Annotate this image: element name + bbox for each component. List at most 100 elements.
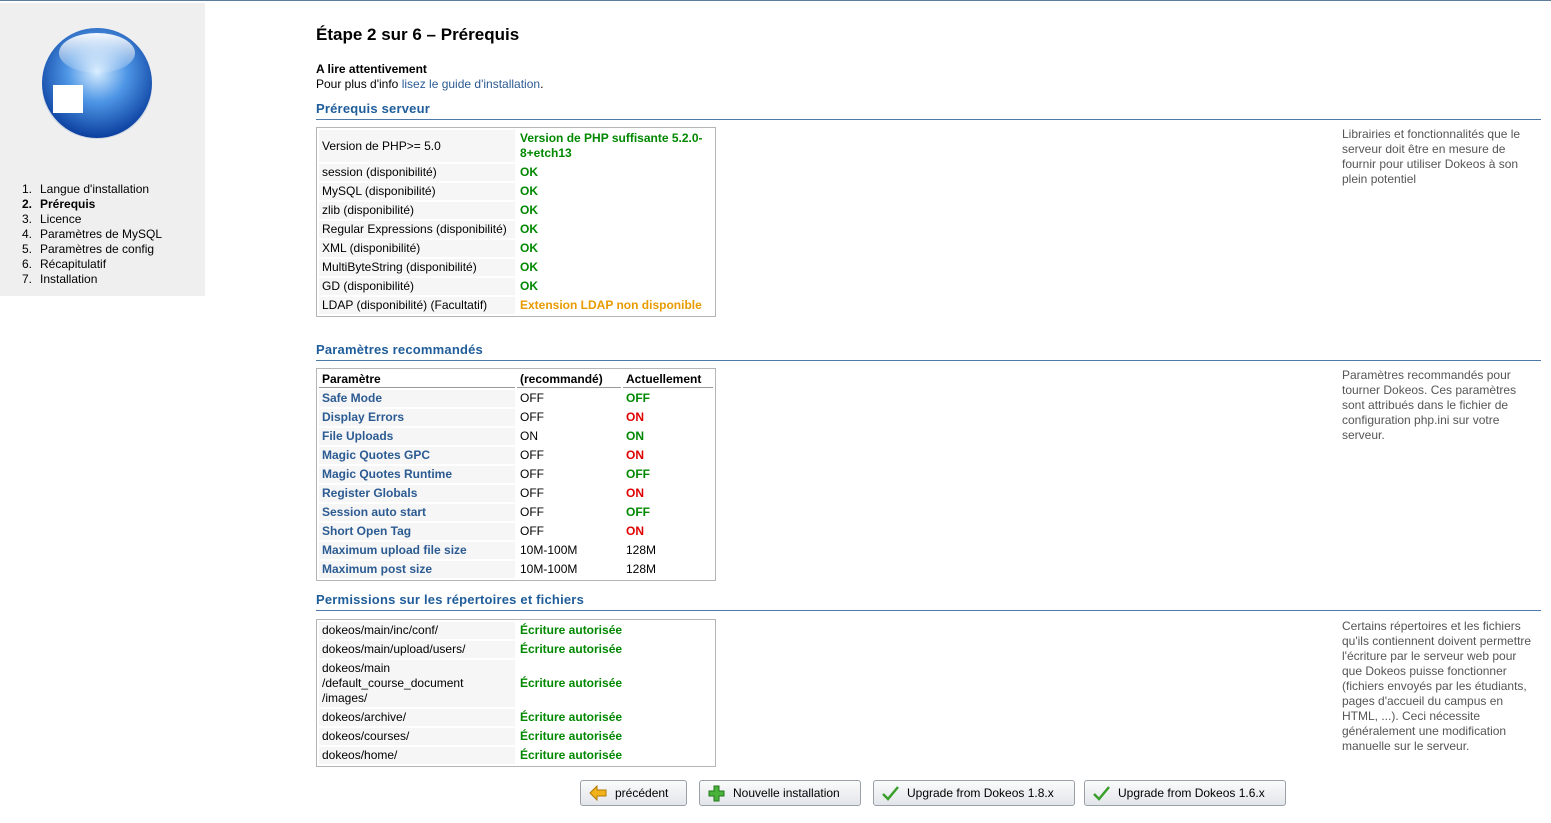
step-6: 6. Récapitulatif xyxy=(22,257,107,271)
prereq-status: OK xyxy=(517,278,713,295)
permission-row: dokeos/main/upload/users/Écriture autori… xyxy=(319,641,713,658)
upgrade-16-button[interactable]: Upgrade from Dokeos 1.6.x xyxy=(1084,780,1286,806)
permission-row: dokeos/home/Écriture autorisée xyxy=(319,747,713,764)
server-prereq-row: Regular Expressions (disponibilité) OK xyxy=(319,221,713,238)
prereq-label: GD (disponibilité) xyxy=(319,278,515,295)
param-name: Magic Quotes GPC xyxy=(319,447,515,464)
prereq-status: OK xyxy=(517,202,713,219)
prereq-label: MySQL (disponibilité) xyxy=(319,183,515,200)
recommended-row: Short Open Tag OFF ON xyxy=(319,523,713,540)
prereq-label: session (disponibilité) xyxy=(319,164,515,181)
dokeos-logo-icon xyxy=(42,28,152,139)
notice: A lire attentivement Pour plus d'info li… xyxy=(316,62,544,91)
param-current: ON xyxy=(623,485,713,502)
param-current: OFF xyxy=(623,466,713,483)
param-recommended: OFF xyxy=(517,390,621,407)
param-recommended: OFF xyxy=(517,409,621,426)
param-name: Magic Quotes Runtime xyxy=(319,466,515,483)
param-current: 128M xyxy=(623,542,713,559)
prereq-label: XML (disponibilité) xyxy=(319,240,515,257)
server-prereq-row: Version de PHP>= 5.0 Version de PHP suffi… xyxy=(319,130,713,162)
checkmark-icon xyxy=(1093,786,1110,801)
permissions-table: dokeos/main/inc/conf/Écriture autorisée d… xyxy=(316,619,716,767)
permission-path: dokeos/main/upload/users/ xyxy=(319,641,515,658)
param-recommended: ON xyxy=(517,428,621,445)
recommended-row: File Uploads ON ON xyxy=(319,428,713,445)
recommended-table: Paramètre (recommandé) Actuellement Safe… xyxy=(316,368,716,581)
param-recommended: 10M-100M xyxy=(517,542,621,559)
param-current: 128M xyxy=(623,561,713,578)
permission-status: Écriture autorisée xyxy=(517,747,713,764)
top-border xyxy=(0,0,1551,1)
server-prereq-row: GD (disponibilité) OK xyxy=(319,278,713,295)
recommended-row: Maximum upload file size 10M-100M 128M xyxy=(319,542,713,559)
param-current: ON xyxy=(623,523,713,540)
permission-row: dokeos/main/inc/conf/Écriture autorisée xyxy=(319,622,713,639)
notice-text: Pour plus d'info xyxy=(316,77,402,91)
server-prereq-row: LDAP (disponibilité) (Facultatif) Extensi… xyxy=(319,297,713,314)
step-7: 7. Installation xyxy=(22,272,98,286)
param-name: Register Globals xyxy=(319,485,515,502)
recommended-row: Magic Quotes GPC OFF ON xyxy=(319,447,713,464)
recommended-row: Session auto start OFF OFF xyxy=(319,504,713,521)
server-prereq-row: XML (disponibilité) OK xyxy=(319,240,713,257)
param-name: Session auto start xyxy=(319,504,515,521)
new-installation-button[interactable]: Nouvelle installation xyxy=(699,780,861,806)
param-name: Safe Mode xyxy=(319,390,515,407)
col-header-current: Actuellement xyxy=(623,371,713,388)
prereq-label: zlib (disponibilité) xyxy=(319,202,515,219)
server-prereq-row: MultiByteString (disponibilité) OK xyxy=(319,259,713,276)
upgrade-18-button[interactable]: Upgrade from Dokeos 1.8.x xyxy=(873,780,1075,806)
recommended-row: Register Globals OFF ON xyxy=(319,485,713,502)
notice-heading: A lire attentivement xyxy=(316,62,427,76)
permission-status: Écriture autorisée xyxy=(517,641,713,658)
step-3: 3. Licence xyxy=(22,212,82,226)
param-current: ON xyxy=(623,409,713,426)
permissions-note: Certains répertoires et les fichiers qu'… xyxy=(1342,619,1532,753)
param-name: Maximum upload file size xyxy=(319,542,515,559)
server-prereq-heading: Prérequis serveur xyxy=(316,101,1541,120)
permission-row: dokeos/main /default_course_document /im… xyxy=(319,660,713,707)
param-name: Display Errors xyxy=(319,409,515,426)
arrow-left-icon xyxy=(589,785,607,801)
install-steps: 1. Langue d'installation 2. Prérequis 3. Li… xyxy=(22,182,162,287)
recommended-row: Display Errors OFF ON xyxy=(319,409,713,426)
permission-status: Écriture autorisée xyxy=(517,709,713,726)
step-4: 4. Paramètres de MySQL xyxy=(22,227,163,241)
param-recommended: OFF xyxy=(517,485,621,502)
param-name: Maximum post size xyxy=(319,561,515,578)
permission-path: dokeos/main/inc/conf/ xyxy=(319,622,515,639)
permission-path: dokeos/courses/ xyxy=(319,728,515,745)
permission-status: Écriture autorisée xyxy=(517,622,713,639)
param-current: ON xyxy=(623,428,713,445)
previous-button[interactable]: précédent xyxy=(580,780,687,806)
sidebar: 1. Langue d'installation 2. Prérequis 3. Li… xyxy=(0,3,205,296)
permission-path: dokeos/main /default_course_document /im… xyxy=(319,660,515,707)
permissions-heading: Permissions sur les répertoires et fichi… xyxy=(316,592,1541,611)
server-prereq-note: Librairies et fonctionnalités que le ser… xyxy=(1342,127,1521,186)
prereq-label: Version de PHP>= 5.0 xyxy=(319,130,515,162)
permission-status: Écriture autorisée xyxy=(517,728,713,745)
recommended-row: Safe Mode OFF OFF xyxy=(319,390,713,407)
recommended-row: Magic Quotes Runtime OFF OFF xyxy=(319,466,713,483)
prereq-status: Version de PHP suffisante 5.2.0-8+etch13 xyxy=(517,130,713,162)
prereq-label: Regular Expressions (disponibilité) xyxy=(319,221,515,238)
prereq-label: MultiByteString (disponibilité) xyxy=(319,259,515,276)
permission-row: dokeos/archive/Écriture autorisée xyxy=(319,709,713,726)
plus-icon xyxy=(708,785,725,801)
checkmark-icon xyxy=(882,786,899,801)
server-prereq-row: zlib (disponibilité) OK xyxy=(319,202,713,219)
step-5: 5. Paramètres de config xyxy=(22,242,155,256)
param-name: Short Open Tag xyxy=(319,523,515,540)
prereq-status: OK xyxy=(517,183,713,200)
server-prereq-row: MySQL (disponibilité) OK xyxy=(319,183,713,200)
prereq-status: OK xyxy=(517,259,713,276)
permission-path: dokeos/home/ xyxy=(319,747,515,764)
col-header-param: Paramètre xyxy=(319,371,515,388)
step-2-current: 2. Prérequis xyxy=(22,197,96,211)
prereq-status: OK xyxy=(517,164,713,181)
recommended-note: Paramètres recommandés pour tourner Doke… xyxy=(1342,368,1517,442)
recommended-heading: Paramètres recommandés xyxy=(316,342,1541,361)
prereq-status: Extension LDAP non disponible xyxy=(517,297,713,314)
install-guide-link[interactable]: lisez le guide d'installation xyxy=(402,77,540,91)
